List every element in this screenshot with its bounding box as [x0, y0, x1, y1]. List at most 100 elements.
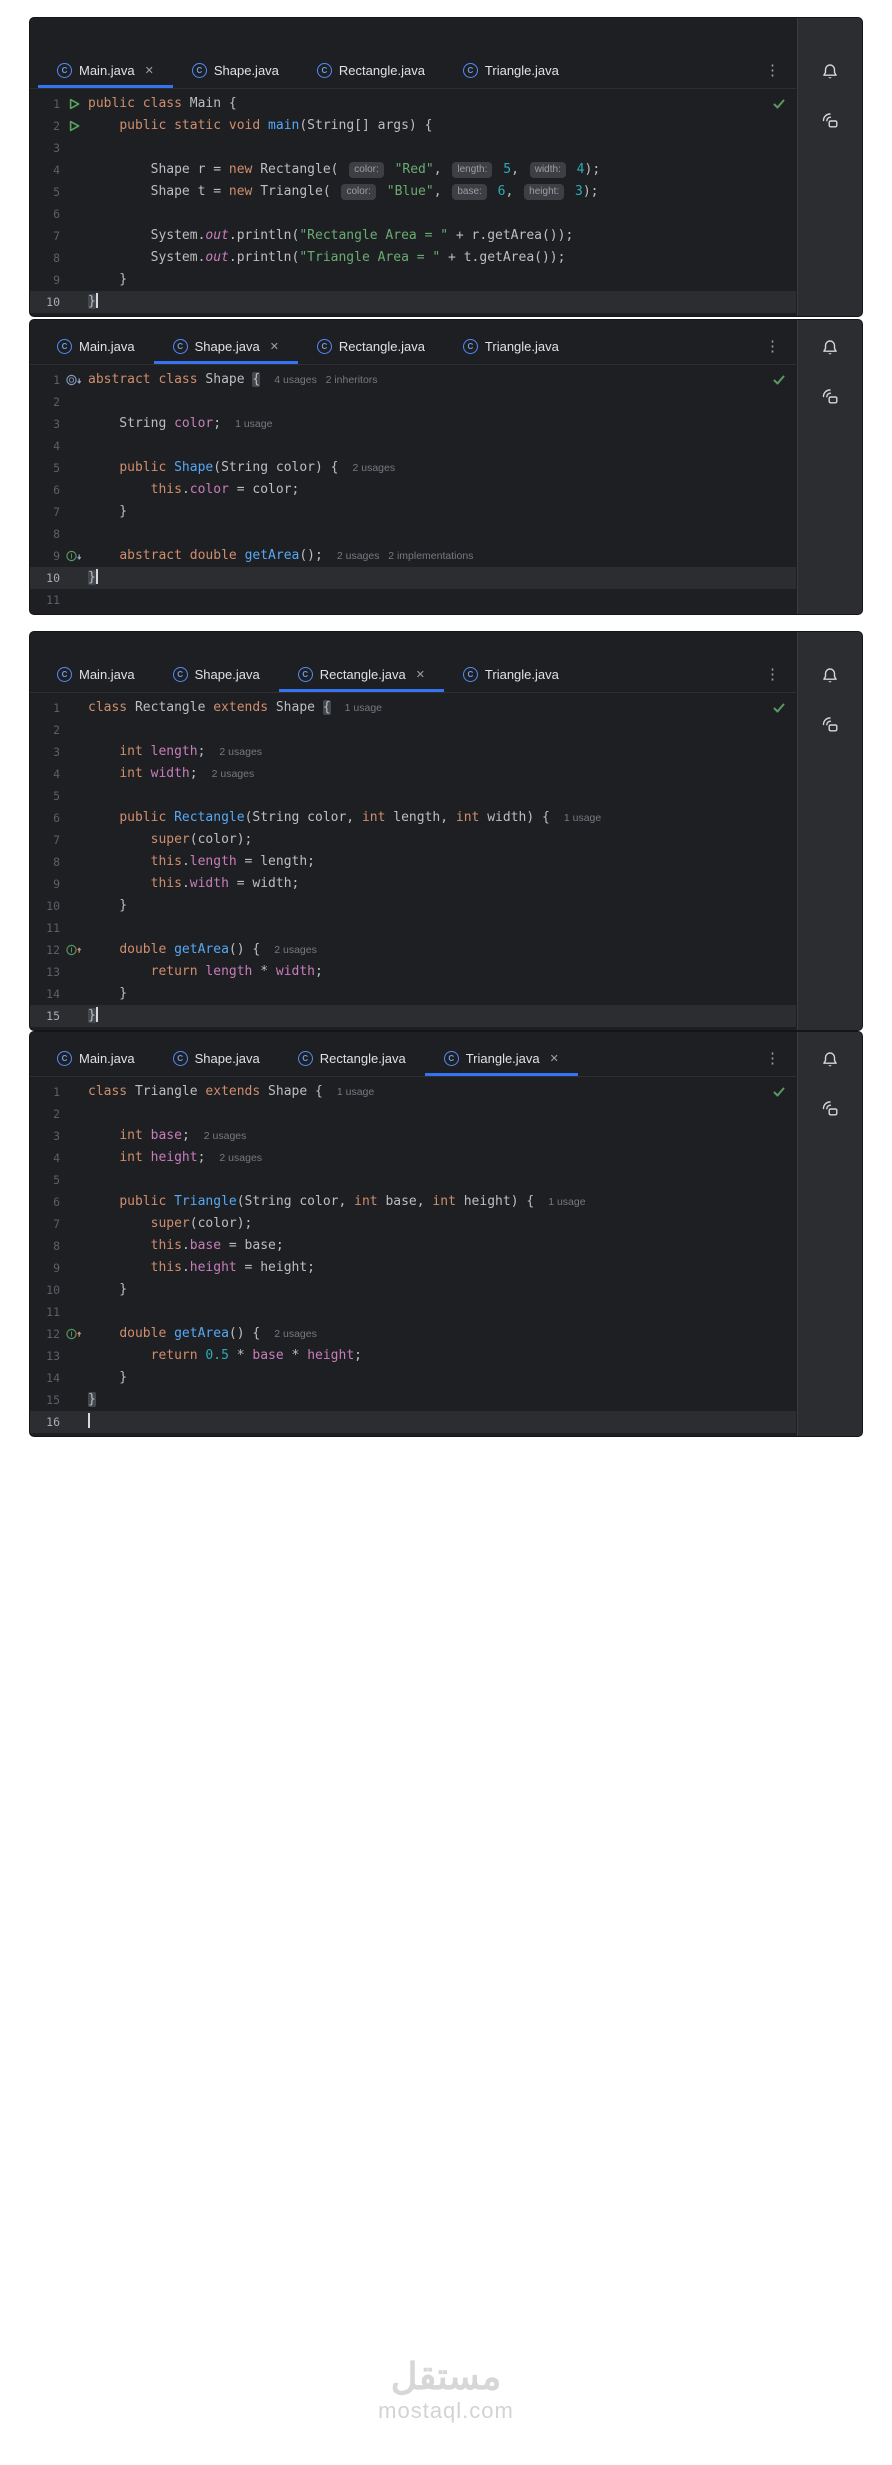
code-text[interactable]: } [88, 895, 796, 917]
code-text[interactable]: String color; 1 usage [88, 413, 796, 435]
code-text[interactable]: public Triangle(String color, int base, … [88, 1191, 796, 1213]
tab-shape-java[interactable]: C Shape.java [154, 656, 279, 692]
code-text[interactable]: } [88, 1005, 796, 1027]
inspections-passed-icon[interactable] [772, 701, 786, 715]
code-text[interactable]: public Shape(String color) {2 usages [88, 457, 796, 479]
screen-share-icon[interactable] [820, 387, 840, 412]
code-text[interactable]: System.out.println("Rectangle Area = " +… [88, 225, 796, 247]
tab-main-java[interactable]: C Main.java [38, 656, 154, 692]
code-text[interactable]: abstract double getArea(); 2 usages 2 imp… [88, 545, 796, 567]
code-text[interactable]: this.base = base; [88, 1235, 796, 1257]
implementations-marker-icon[interactable]: I [60, 549, 88, 563]
code-text[interactable]: this.width = width; [88, 873, 796, 895]
close-tab-icon[interactable]: ✕ [416, 668, 425, 681]
code-text[interactable]: int length; 2 usages [88, 741, 796, 763]
implemented-marker-icon[interactable]: O [60, 373, 88, 387]
usages-inlay[interactable]: 2 usages [352, 462, 395, 474]
code-text[interactable]: int width; 2 usages [88, 763, 796, 785]
usages-inlay[interactable]: 2 usages [219, 1152, 262, 1164]
code-text[interactable]: } [88, 269, 796, 291]
code-text[interactable]: Shape r = new Rectangle( color: "Red", l… [88, 159, 796, 181]
tab-shape-java[interactable]: C Shape.java ✕ [154, 328, 298, 364]
close-tab-icon[interactable]: ✕ [145, 64, 154, 77]
code-text[interactable]: Shape t = new Triangle( color: "Blue", b… [88, 181, 796, 203]
overrides-marker-icon[interactable]: I [60, 1327, 88, 1341]
code-text[interactable]: public Rectangle(String color, int lengt… [88, 807, 796, 829]
usages-inlay[interactable]: 2 usages [204, 1130, 247, 1142]
run-icon[interactable] [60, 120, 88, 132]
usages-inlay[interactable]: 4 usages 2 inheritors [274, 374, 377, 386]
code-text[interactable]: } [88, 1279, 796, 1301]
inspections-passed-icon[interactable] [772, 97, 786, 111]
code-text[interactable]: public class Main { [88, 93, 796, 115]
code-text[interactable]: } [88, 567, 796, 589]
inspections-passed-icon[interactable] [772, 1085, 786, 1099]
screen-share-icon[interactable] [820, 715, 840, 740]
run-icon[interactable] [60, 98, 88, 110]
inspections-passed-icon[interactable] [772, 373, 786, 387]
code-text[interactable]: System.out.println("Triangle Area = " + … [88, 247, 796, 269]
code-text[interactable]: } [88, 983, 796, 1005]
usages-inlay[interactable]: 2 usages [274, 944, 317, 956]
kebab-menu-icon[interactable]: ⋮ [765, 1051, 780, 1066]
usages-inlay[interactable]: 1 usage [564, 812, 601, 824]
tab-triangle-java[interactable]: C Triangle.java [444, 328, 578, 364]
kebab-menu-icon[interactable]: ⋮ [765, 339, 780, 354]
screen-share-icon[interactable] [820, 1099, 840, 1124]
usages-inlay[interactable]: 1 usage [548, 1196, 585, 1208]
line-number: 6 [53, 207, 60, 221]
tab-triangle-java[interactable]: C Triangle.java ✕ [425, 1040, 578, 1076]
code-text[interactable] [88, 1411, 796, 1433]
bell-icon[interactable] [820, 666, 840, 691]
code-text[interactable]: this.length = length; [88, 851, 796, 873]
usages-inlay[interactable]: 1 usage [337, 1086, 374, 1098]
tab-rectangle-java[interactable]: C Rectangle.java [298, 328, 444, 364]
code-text[interactable]: class Triangle extends Shape {1 usage [88, 1081, 796, 1103]
kebab-menu-icon[interactable]: ⋮ [765, 63, 780, 78]
usages-inlay[interactable]: 2 usages [219, 746, 262, 758]
code-text[interactable]: this.height = height; [88, 1257, 796, 1279]
tab-rectangle-java[interactable]: C Rectangle.java [298, 52, 444, 88]
code-text[interactable]: super(color); [88, 829, 796, 851]
code-text[interactable]: } [88, 501, 796, 523]
code-text[interactable]: super(color); [88, 1213, 796, 1235]
code-text[interactable]: abstract class Shape {4 usages 2 inherit… [88, 369, 796, 391]
tab-main-java[interactable]: C Main.java [38, 1040, 154, 1076]
code-text[interactable]: double getArea() {2 usages [88, 1323, 796, 1345]
close-tab-icon[interactable]: ✕ [550, 1052, 559, 1065]
code-text[interactable]: int height; 2 usages [88, 1147, 796, 1169]
kebab-menu-icon[interactable]: ⋮ [765, 667, 780, 682]
tab-triangle-java[interactable]: C Triangle.java [444, 656, 578, 692]
tab-shape-java[interactable]: C Shape.java [154, 1040, 279, 1076]
tab-triangle-java[interactable]: C Triangle.java [444, 52, 578, 88]
overrides-marker-icon[interactable]: I [60, 943, 88, 957]
tab-main-java[interactable]: C Main.java [38, 328, 154, 364]
screen-share-icon[interactable] [820, 111, 840, 136]
code-line: 7 } [30, 501, 796, 523]
code-text[interactable]: public static void main(String[] args) { [88, 115, 796, 137]
close-tab-icon[interactable]: ✕ [270, 340, 279, 353]
code-text[interactable]: return length * width; [88, 961, 796, 983]
code-text[interactable]: return 0.5 * base * height; [88, 1345, 796, 1367]
tab-shape-java[interactable]: C Shape.java [173, 52, 298, 88]
bell-icon[interactable] [820, 1050, 840, 1075]
tab-rectangle-java[interactable]: C Rectangle.java [279, 1040, 425, 1076]
code-text[interactable]: } [88, 1367, 796, 1389]
usages-inlay[interactable]: 2 usages [212, 768, 255, 780]
bell-icon[interactable] [820, 62, 840, 87]
code-text[interactable]: int base; 2 usages [88, 1125, 796, 1147]
code-text[interactable]: this.color = color; [88, 479, 796, 501]
usages-inlay[interactable]: 2 usages [274, 1328, 317, 1340]
code-text[interactable]: } [88, 291, 796, 313]
code-text[interactable]: class Rectangle extends Shape {1 usage [88, 697, 796, 719]
usages-inlay[interactable]: 1 usage [235, 418, 272, 430]
bell-icon[interactable] [820, 338, 840, 363]
tab-rectangle-java[interactable]: C Rectangle.java ✕ [279, 656, 444, 692]
code-editor: 1 public class Main {2 public static void… [30, 89, 796, 316]
usages-inlay[interactable]: 1 usage [345, 702, 382, 714]
tab-main-java[interactable]: C Main.java ✕ [38, 52, 173, 88]
usages-inlay[interactable]: 2 usages 2 implementations [337, 550, 474, 562]
code-text[interactable]: } [88, 1389, 796, 1411]
code-text[interactable]: double getArea() {2 usages [88, 939, 796, 961]
code-line: 4 [30, 435, 796, 457]
